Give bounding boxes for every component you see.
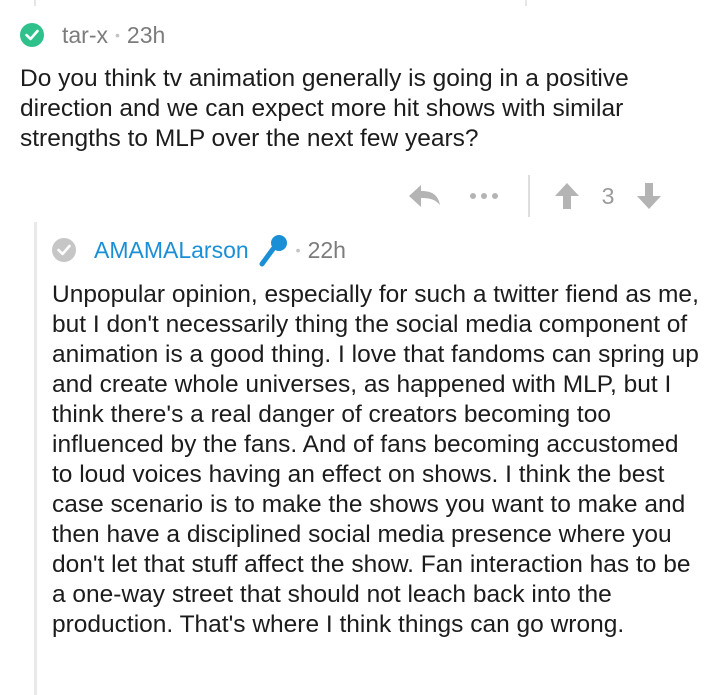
reply-comment-body: Unpopular opinion, especially for such a… [52, 281, 699, 638]
thread-indent-line[interactable] [34, 222, 37, 695]
check-circle-icon [20, 23, 44, 47]
microphone-icon [259, 233, 289, 267]
thread-line-top [34, 0, 36, 6]
upvote-arrow-icon[interactable] [550, 176, 584, 216]
parent-comment-meta: tar-x • 23h [20, 20, 165, 50]
more-dots-icon[interactable] [464, 176, 504, 216]
parent-comment-body: Do you think tv animation generally is g… [20, 65, 629, 152]
parent-username[interactable]: tar-x [62, 22, 108, 49]
parent-timestamp: 23h [126, 21, 166, 48]
meta-separator: • [115, 27, 120, 43]
check-circle-icon [52, 238, 76, 262]
reply-timestamp: 22h [307, 236, 346, 263]
reply-arrow-icon[interactable] [404, 176, 444, 216]
divider-top [525, 0, 527, 6]
action-divider [528, 175, 530, 217]
reply-comment-meta: AMAMALarson • 22h [52, 233, 346, 267]
meta-separator: • [295, 242, 301, 258]
reply-username[interactable]: AMAMALarson [94, 237, 249, 264]
comment-action-bar: 3 [404, 174, 666, 218]
downvote-arrow-icon[interactable] [632, 176, 666, 216]
vote-score: 3 [601, 182, 615, 209]
